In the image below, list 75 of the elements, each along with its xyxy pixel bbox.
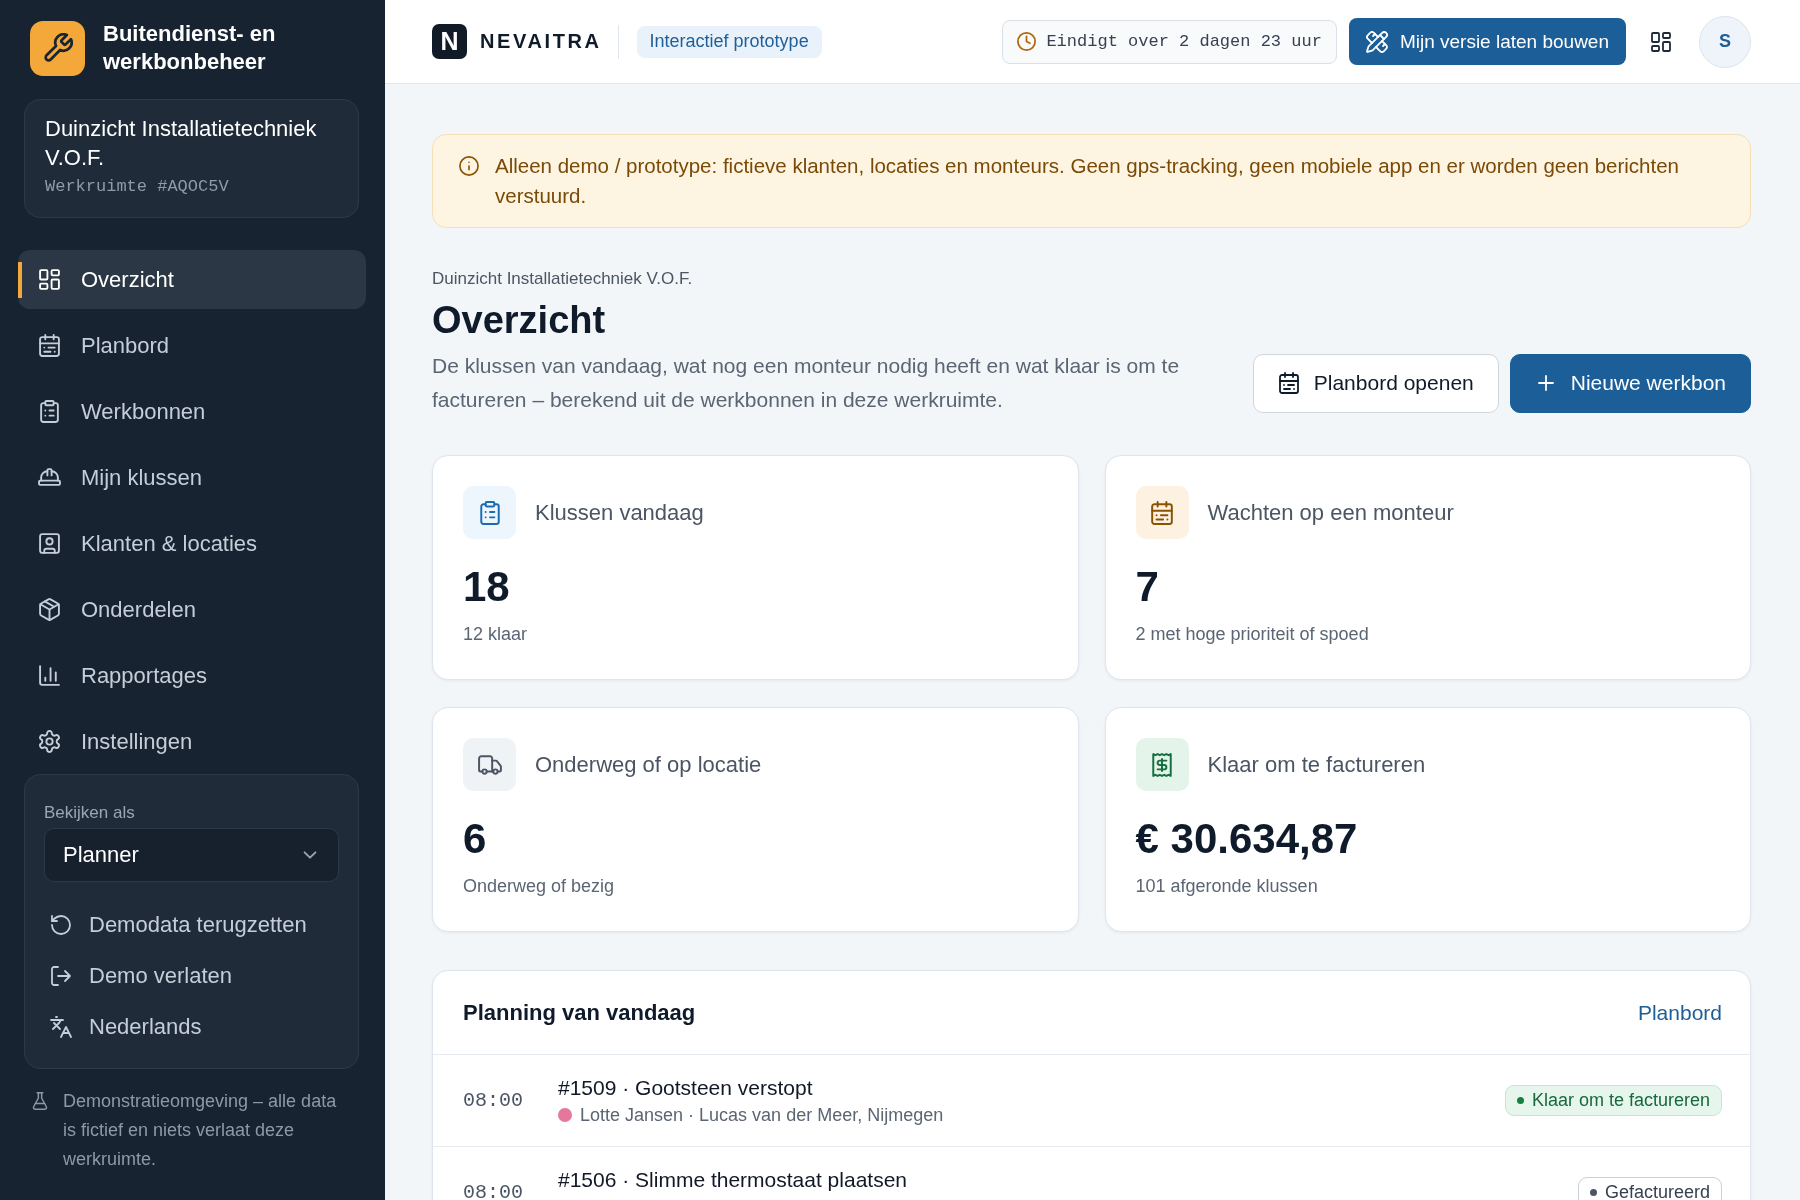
stat-note: 101 afgeronde klussen <box>1135 875 1319 898</box>
stat-value: 18 <box>463 562 511 612</box>
truck-icon <box>463 738 516 791</box>
status-dot-icon <box>1516 1097 1524 1104</box>
nav-item[interactable]: Planbord <box>18 316 366 375</box>
contact-card-icon <box>38 532 61 555</box>
grid-icon[interactable] <box>1650 30 1672 53</box>
wrench-icon <box>30 20 85 76</box>
brand-name: NEVAITRA <box>480 30 602 53</box>
package-icon <box>38 598 61 621</box>
countdown-text: Eindigt over 2 dagen 23 uur <box>1046 32 1322 51</box>
dashboard-icon <box>38 268 61 291</box>
planbord-link[interactable]: Planbord <box>1637 1000 1722 1025</box>
stat-note: Onderweg of bezig <box>463 875 616 898</box>
flask-icon <box>31 1092 49 1110</box>
clipboard-icon <box>463 486 516 539</box>
receipt-icon <box>1135 738 1189 791</box>
settings-icon <box>38 730 61 753</box>
stat-label: Klussen vandaag <box>535 499 704 526</box>
job-title: #1506 · Slimme thermostaat plaatsen <box>558 1167 908 1193</box>
calendar-icon <box>1135 486 1189 539</box>
clipboard-icon <box>38 400 61 423</box>
prototype-badge: Interactief prototype <box>636 25 822 58</box>
info-icon <box>459 156 479 176</box>
stat-value: 6 <box>463 814 488 864</box>
bar-chart-icon <box>38 664 61 687</box>
section-title: Planning van vandaag <box>463 999 696 1026</box>
workspace-name: Duinzicht Installatietechniek V.O.F. <box>45 115 318 172</box>
job-details: Lotte Jansen · Lucas van der Meer, Nijmegen <box>580 1104 944 1127</box>
page-title: Overzicht <box>432 298 607 343</box>
nav-item[interactable]: Instellingen <box>18 712 366 771</box>
nav-item[interactable]: Overzicht <box>18 250 366 309</box>
calendar-icon <box>38 334 61 357</box>
stat-label: Onderweg of op locatie <box>535 751 762 778</box>
nav-item[interactable]: Werkbonnen <box>18 382 366 441</box>
new-workorder-button[interactable]: Nieuwe werkbon <box>1509 353 1751 413</box>
time-label: 08:00 <box>463 1089 524 1112</box>
avatar-button[interactable]: S <box>1699 15 1751 68</box>
time-label: 08:00 <box>463 1181 524 1200</box>
nav-item[interactable]: Klanten & locaties <box>18 514 366 573</box>
sidebar-link[interactable]: Demo verlaten <box>44 950 339 1001</box>
hard-hat-icon <box>38 466 61 489</box>
job-title: #1509 · Gootsteen verstopt <box>558 1075 814 1101</box>
nav-item[interactable]: Rapportages <box>18 646 366 705</box>
sidebar-link[interactable]: Demodata terugzetten <box>44 899 339 950</box>
stat-value: € 30.634,87 <box>1135 814 1359 864</box>
status-dot-icon <box>1589 1189 1597 1196</box>
pencil-ruler-icon <box>1365 30 1388 53</box>
language-icon <box>50 1015 72 1038</box>
clock-icon <box>1017 32 1037 51</box>
status-label: Klaar om te factureren <box>1531 1090 1710 1111</box>
circular-arrow-icon <box>50 913 72 936</box>
calendar-icon <box>1277 372 1300 394</box>
stat-note: 12 klaar <box>463 623 529 646</box>
workspace-id: Werkruimte #AQOC5V <box>45 176 230 198</box>
logout-icon <box>50 964 72 987</box>
page-description: De klussen van vandaag, wat nog een monteur nodig heeft en wat klaar is om te factureren – berekend uit de werkbonnen in deze werkruimte. <box>432 353 1181 413</box>
view-as-select[interactable]: Planner <box>44 828 339 882</box>
nav-item[interactable]: Onderdelen <box>18 580 366 639</box>
sidebar-link[interactable]: Nederlands <box>44 1001 339 1052</box>
status-label: Gefactureerd <box>1604 1182 1710 1200</box>
stat-value: 7 <box>1135 562 1160 612</box>
footer-note: Demonstratieomgeving – alle data is fictief en niets verlaat deze werkruimte. <box>63 1090 338 1171</box>
build-button[interactable]: Mijn versie laten bouwen <box>1348 18 1626 65</box>
app-title: Buitendienst- en werkbonbeheer <box>103 20 277 76</box>
stat-note: 2 met hoge prioriteit of spoed <box>1135 623 1370 646</box>
breadcrumb: Duinzicht Installatietechniek V.O.F. <box>432 268 694 290</box>
open-planboard-button[interactable]: Planbord openen <box>1252 353 1499 413</box>
stat-label: Wachten op een monteur <box>1207 499 1454 526</box>
workspace-card[interactable]: Duinzicht Installatietechniek V.O.F. Werkruimte #AQOC5V <box>24 99 359 218</box>
logo-mark: N <box>432 24 467 59</box>
alert-text: Alleen demo / prototype: fictieve klanten, locaties en monteurs. Geen gps-tracking, geen mobiele app en er worden geen berichten verstuurd. <box>495 153 1680 209</box>
view-as-label: Bekijken als <box>44 802 136 824</box>
nav-item[interactable]: Mijn klussen <box>18 448 366 507</box>
stat-label: Klaar om te factureren <box>1207 751 1426 778</box>
